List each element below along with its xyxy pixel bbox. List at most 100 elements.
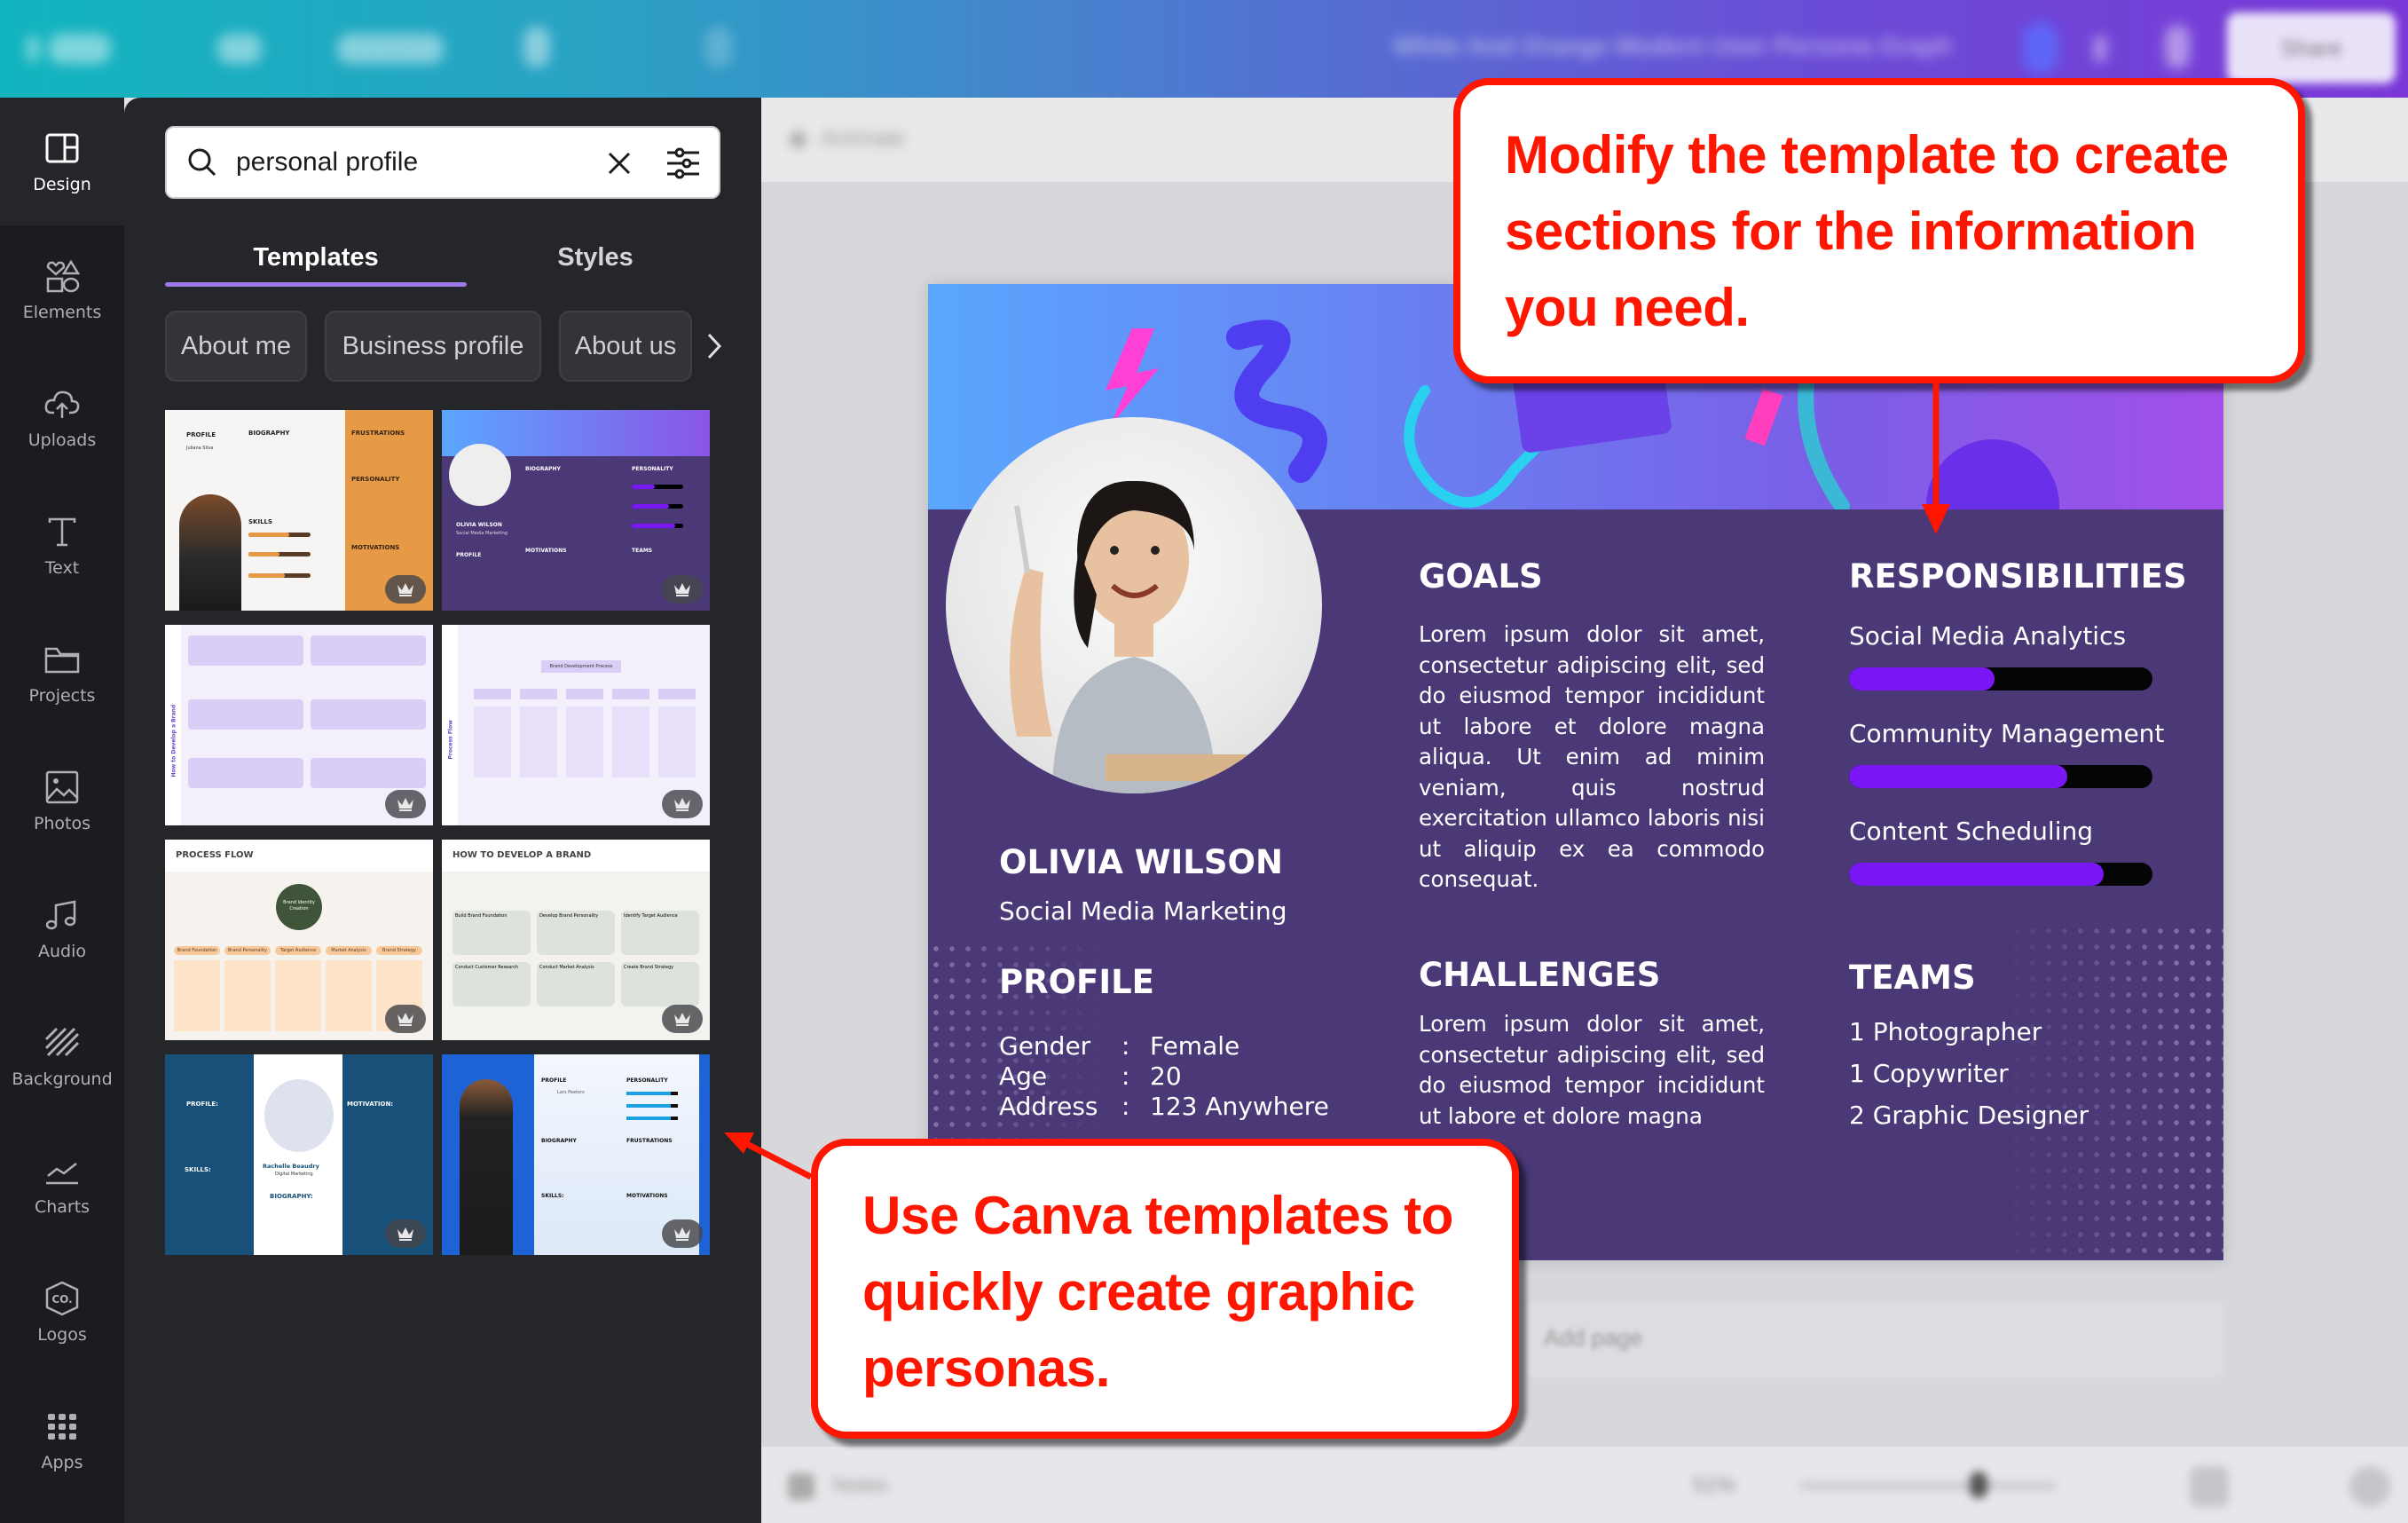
- rail-item-charts[interactable]: Charts: [0, 1120, 124, 1248]
- premium-crown-badge: [385, 790, 426, 818]
- crown-icon: [397, 1227, 413, 1241]
- template-card[interactable]: How to Develop a Brand: [165, 625, 433, 825]
- responsibility-bar-fill: [1849, 765, 2068, 788]
- premium-crown-badge: [662, 1005, 703, 1033]
- add-collaborator-icon[interactable]: [2094, 36, 2106, 62]
- template-card[interactable]: Process Flow Brand Development Process: [442, 625, 710, 825]
- template-card[interactable]: PROFILE PERSONALITY BIOGRAPHY FRUSTRATIO…: [442, 1054, 710, 1255]
- chips-next-button[interactable]: [701, 311, 728, 382]
- team-item[interactable]: 1 Photographer: [1849, 1017, 2042, 1046]
- fullscreen-icon[interactable]: [2252, 1468, 2287, 1503]
- premium-crown-badge: [385, 1005, 426, 1033]
- crown-icon: [397, 798, 413, 811]
- profile-value[interactable]: 20: [1150, 1061, 1182, 1091]
- profile-value[interactable]: Female: [1150, 1031, 1239, 1061]
- rail-item-apps[interactable]: Apps: [0, 1376, 124, 1503]
- challenges-text[interactable]: Lorem ipsum dolor sit amet, consectetur …: [1419, 1009, 1765, 1132]
- responsibility-label[interactable]: Community Management: [1849, 719, 2164, 748]
- help-icon[interactable]: [2349, 1466, 2390, 1507]
- rail-item-elements[interactable]: Elements: [0, 225, 124, 353]
- team-item[interactable]: 1 Copywriter: [1849, 1059, 2009, 1088]
- template-heading: BIOGRAPHY: [541, 1138, 577, 1144]
- sphere-shape: [1926, 439, 2059, 572]
- halftone-dots-right: [1993, 923, 2223, 1260]
- responsibilities-heading[interactable]: RESPONSIBILITIES: [1849, 557, 2187, 596]
- undo-icon[interactable]: [523, 27, 550, 67]
- template-card[interactable]: HOW TO DEVELOP A BRAND Build Brand Found…: [442, 840, 710, 1040]
- responsibility-label[interactable]: Content Scheduling: [1849, 817, 2093, 846]
- lightning-shape: [1106, 328, 1159, 426]
- template-heading: MOTIVATIONS: [626, 1193, 668, 1199]
- template-heading: BIOGRAPHY: [248, 430, 290, 437]
- rail-item-background[interactable]: Background: [0, 992, 124, 1120]
- template-person: Lars Peeters: [557, 1090, 585, 1095]
- cloud-upload-icon: [44, 391, 80, 418]
- teams-heading[interactable]: TEAMS: [1849, 959, 1976, 997]
- chip-about-us[interactable]: About us: [559, 311, 692, 382]
- persona-role[interactable]: Social Media Marketing: [999, 896, 1287, 926]
- menu-resize[interactable]: Resize: [337, 34, 444, 64]
- premium-crown-badge: [662, 1219, 703, 1248]
- template-heading: TEAMS: [632, 548, 653, 554]
- goals-heading[interactable]: GOALS: [1419, 557, 1543, 596]
- template-heading: BIOGRAPHY:: [270, 1193, 313, 1200]
- rail-item-label: Text: [44, 558, 80, 578]
- tab-styles[interactable]: Styles: [467, 222, 724, 293]
- template-card[interactable]: PROCESS FLOW Brand Identity Creation Bra…: [165, 840, 433, 1040]
- team-item[interactable]: 2 Graphic Designer: [1849, 1101, 2089, 1130]
- crown-icon: [397, 583, 413, 596]
- template-step: Build Brand Foundation: [452, 911, 531, 955]
- responsibility-bar: [1849, 765, 2152, 788]
- challenges-heading[interactable]: CHALLENGES: [1419, 956, 1660, 994]
- rail-item-label: Audio: [37, 942, 86, 961]
- rail-item-audio[interactable]: Audio: [0, 864, 124, 992]
- rail-item-photos[interactable]: Photos: [0, 737, 124, 864]
- animate-button[interactable]: ◉ Animate: [788, 124, 906, 152]
- rail-item-projects[interactable]: Projects: [0, 609, 124, 737]
- template-heading: How to Develop a Brand: [170, 704, 177, 777]
- menu-home[interactable]: Home: [49, 34, 111, 64]
- rail-item-text[interactable]: Text: [0, 481, 124, 609]
- clear-search-icon[interactable]: [602, 146, 637, 181]
- filter-icon[interactable]: [664, 144, 703, 183]
- template-column: Brand Personality: [224, 946, 271, 955]
- rail-item-design[interactable]: Design: [0, 98, 124, 225]
- chip-about-me[interactable]: About me: [165, 311, 307, 382]
- template-card[interactable]: PROFILE: SKILLS: BIOGRAPHY: MOTIVATION: …: [165, 1054, 433, 1255]
- template-heading: PERSONALITY: [351, 476, 400, 483]
- rail-item-logos[interactable]: CO. Logos: [0, 1248, 124, 1376]
- profile-heading[interactable]: PROFILE: [999, 963, 1154, 1001]
- zoom-slider-handle[interactable]: [1970, 1472, 1987, 1498]
- persona-design-page[interactable]: OLIVIA WILSON Social Media Marketing GOA…: [928, 284, 2223, 1260]
- template-card[interactable]: PROFILE BIOGRAPHY FRUSTRATIONS PERSONALI…: [165, 410, 433, 611]
- zoom-slider[interactable]: [1799, 1482, 2057, 1489]
- search-input[interactable]: [236, 147, 573, 178]
- template-heading: MOTIVATIONS: [351, 544, 400, 551]
- pages-icon[interactable]: [2190, 1466, 2229, 1507]
- notes-icon[interactable]: [788, 1473, 814, 1500]
- line-chart-icon: [46, 1163, 78, 1185]
- analytics-icon[interactable]: [2165, 25, 2190, 69]
- document-title[interactable]: White And Orange Modern User Persona Gra…: [1393, 32, 1961, 66]
- chip-business-profile[interactable]: Business profile: [325, 311, 541, 382]
- callout-text: Modify the template to create sections f…: [1505, 125, 2229, 337]
- avatar[interactable]: [2023, 21, 2058, 75]
- back-chevron-icon[interactable]: [27, 36, 39, 62]
- responsibility-label[interactable]: Social Media Analytics: [1849, 621, 2126, 651]
- crown-icon: [397, 1013, 413, 1026]
- template-heading: SKILLS:: [541, 1193, 564, 1199]
- template-heading: FRUSTRATIONS: [351, 430, 405, 437]
- notes-button[interactable]: Notes: [832, 1473, 888, 1498]
- profile-value[interactable]: 123 Anywhere: [1150, 1092, 1329, 1121]
- template-card[interactable]: BIOGRAPHY PERSONALITY PROFILE MOTIVATION…: [442, 410, 710, 611]
- zoom-level[interactable]: 51%: [1693, 1473, 1735, 1498]
- persona-name[interactable]: OLIVIA WILSON: [999, 843, 1283, 881]
- template-step: Conduct Market Analysis: [537, 962, 615, 1006]
- menu-file[interactable]: File: [217, 34, 262, 64]
- share-button[interactable]: Share: [2227, 12, 2396, 83]
- rail-item-uploads[interactable]: Uploads: [0, 353, 124, 481]
- goals-text[interactable]: Lorem ipsum dolor sit amet, consectetur …: [1419, 619, 1765, 896]
- add-page-button[interactable]: Add page: [1526, 1301, 2223, 1377]
- template-step: Identify Target Audience: [621, 911, 699, 955]
- persona-photo[interactable]: [946, 417, 1322, 793]
